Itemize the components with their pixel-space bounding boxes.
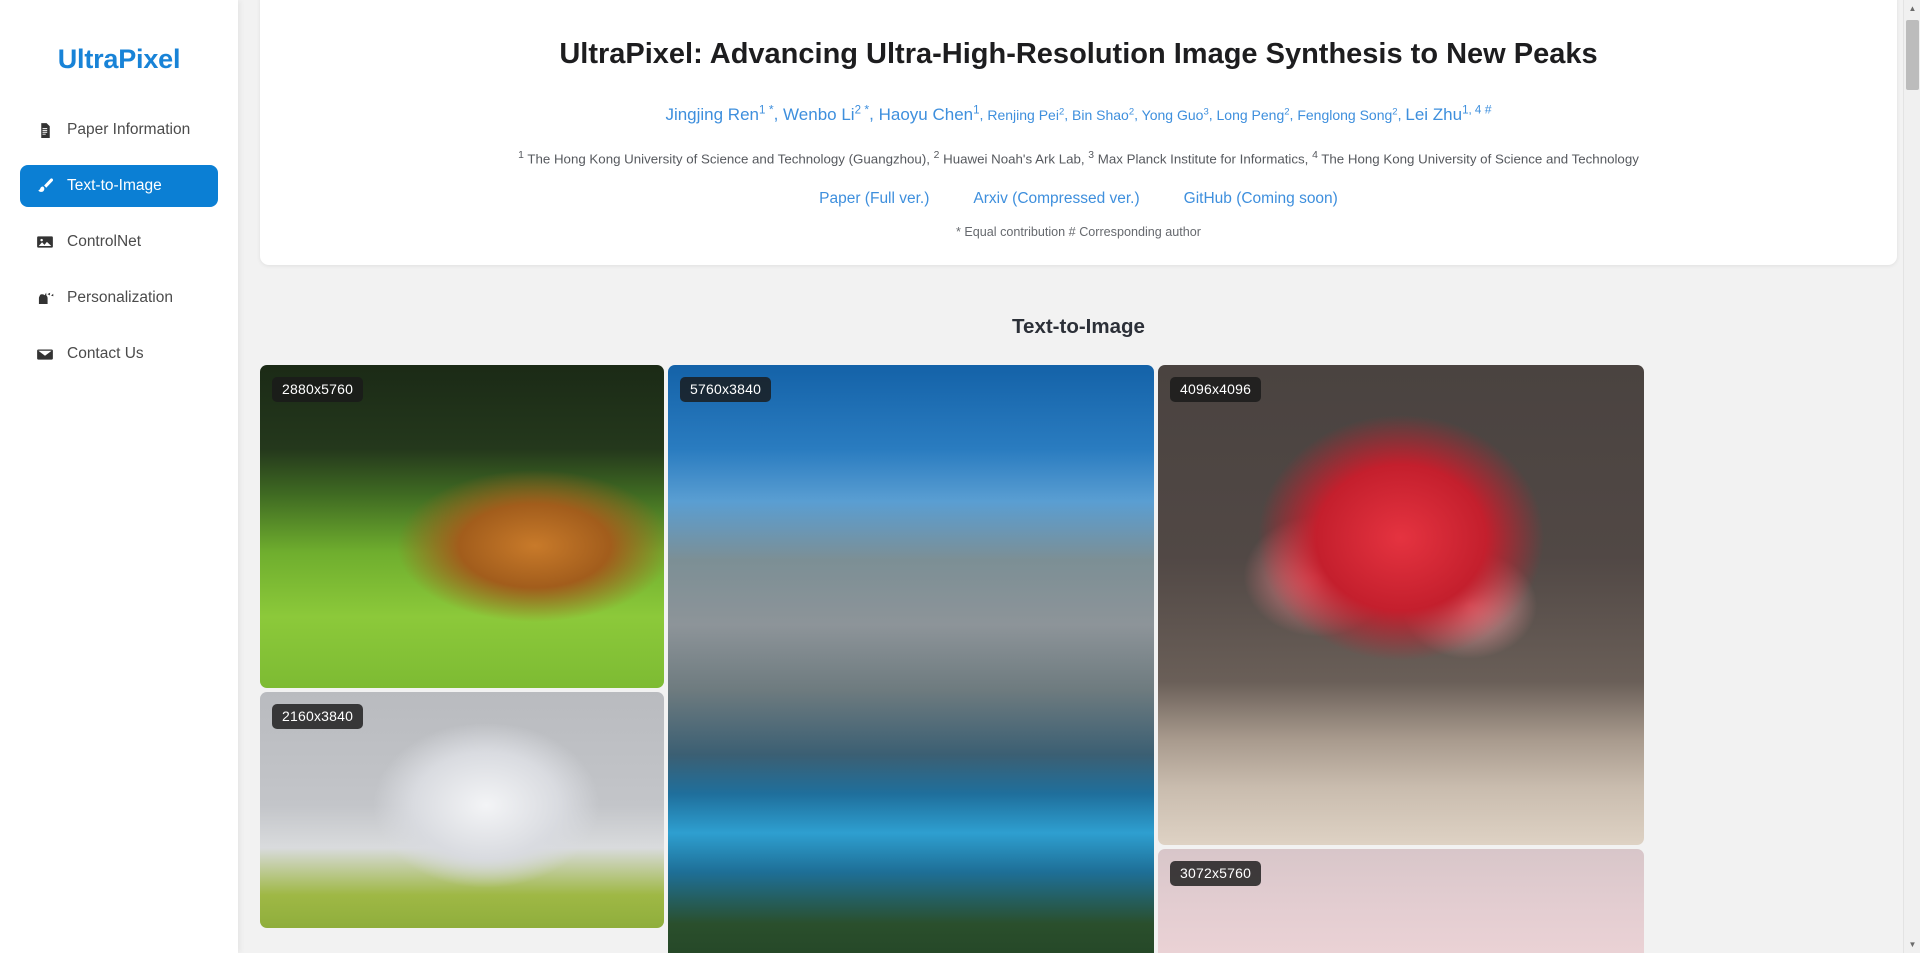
author-separator: , — [1064, 106, 1073, 123]
author-name: Lei Zhu1, 4 # — [1405, 102, 1492, 124]
brand-logo: UltraPixel — [57, 44, 181, 74]
affiliation-list: 1 The Hong Kong University of Science an… — [300, 150, 1857, 166]
envelope-icon — [36, 345, 54, 363]
author-name: Fenglong Song2 — [1297, 106, 1398, 123]
generated-image-tiger-with-soccer-ball — [260, 365, 664, 689]
sidebar-item-label: Paper Information — [67, 121, 191, 138]
scroll-up-arrow-icon[interactable]: ▲ — [1904, 0, 1920, 17]
author-list: Jingjing Ren1 *, Wenbo Li2 *, Haoyu Chen… — [300, 101, 1857, 126]
link-arxiv-compressed[interactable]: Arxiv (Compressed ver.) — [973, 190, 1139, 208]
status-badge: 2160x3840 — [272, 704, 364, 730]
affiliation-name: The Hong Kong University of Science and … — [523, 151, 934, 167]
scroll-down-arrow-icon[interactable]: ▼ — [1904, 936, 1920, 953]
author-separator: , — [1208, 106, 1217, 123]
sidebar-nav: Paper Information Text-to-Image ControlN… — [0, 109, 238, 375]
gallery-item[interactable]: 4096x4096 — [1158, 365, 1644, 846]
gallery-column: 2880x5760 2160x3840 — [260, 365, 664, 929]
sidebar-item-label: Text-to-Image — [67, 177, 162, 194]
author-name: Haoyu Chen1 — [878, 104, 980, 124]
scroll-area: UltraPixel: Advancing Ultra-High-Resolut… — [260, 0, 1897, 953]
affiliation-name: The Hong Kong University of Science and … — [1317, 151, 1639, 167]
image-icon — [36, 233, 54, 251]
gallery-item[interactable]: 2160x3840 — [260, 692, 664, 929]
affiliation-name: Huawei Noah's Ark Lab, — [939, 151, 1089, 167]
gallery-column: 4096x4096 3072x5760 — [1158, 365, 1644, 953]
gallery-item[interactable]: 5760x3840 — [668, 365, 1154, 953]
paintbrush-icon — [36, 177, 54, 195]
sidebar-item-paper-information[interactable]: Paper Information — [20, 109, 218, 151]
sidebar: UltraPixel Paper Information Text-to-Ima… — [0, 0, 238, 953]
link-github[interactable]: GitHub (Coming soon) — [1184, 190, 1338, 208]
status-badge: 5760x3840 — [680, 377, 772, 403]
gallery-item[interactable]: 2880x5760 — [260, 365, 664, 689]
affiliation-name: Max Planck Institute for Informatics, — [1094, 151, 1313, 167]
sidebar-item-text-to-image[interactable]: Text-to-Image — [20, 165, 218, 207]
section-title-text-to-image: Text-to-Image — [1012, 315, 1145, 339]
main-content: UltraPixel: Advancing Ultra-High-Resolut… — [238, 0, 1920, 953]
page-title: UltraPixel: Advancing Ultra-High-Resolut… — [559, 38, 1598, 70]
author-separator: , — [1134, 106, 1142, 123]
contribution-footnote: * Equal contribution # Corresponding aut… — [955, 225, 1202, 240]
author-name: Renjing Pei2 — [987, 106, 1065, 123]
status-badge: 4096x4096 — [1170, 377, 1262, 403]
sidebar-item-label: Contact Us — [67, 345, 144, 362]
status-badge: 3072x5760 — [1170, 861, 1262, 887]
sidebar-item-label: ControlNet — [67, 233, 142, 250]
gallery-column: 5760x3840 — [668, 365, 1154, 953]
author-name: Long Peng2 — [1216, 106, 1290, 123]
author-name: Wenbo Li2 * — [783, 102, 870, 124]
paper-links: Paper (Full ver.) Arxiv (Compressed ver.… — [300, 190, 1857, 208]
document-icon — [36, 121, 54, 139]
author-separator: , — [869, 104, 879, 124]
generated-image-bouquet-of-roses-in-vase — [1158, 365, 1644, 846]
app-root: UltraPixel Paper Information Text-to-Ima… — [0, 0, 1920, 953]
link-paper-full[interactable]: Paper (Full ver.) — [819, 190, 929, 208]
author-name: Bin Shao2 — [1072, 106, 1135, 123]
sidebar-item-personalization[interactable]: Personalization — [20, 277, 218, 319]
paper-header-card: UltraPixel: Advancing Ultra-High-Resolut… — [260, 0, 1897, 266]
cat-icon — [36, 289, 54, 307]
sidebar-item-contact-us[interactable]: Contact Us — [20, 333, 218, 375]
generated-image-mountain-lake-landscape — [668, 365, 1154, 953]
scrollbar-thumb[interactable] — [1906, 20, 1919, 90]
author-name: Yong Guo3 — [1141, 106, 1209, 123]
author-name: Jingjing Ren1 * — [665, 102, 774, 124]
sidebar-item-controlnet[interactable]: ControlNet — [20, 221, 218, 263]
vertical-scrollbar[interactable]: ▲ ▼ — [1903, 0, 1920, 953]
author-separator: , — [773, 104, 784, 124]
sidebar-item-label: Personalization — [67, 289, 173, 306]
status-badge: 2880x5760 — [272, 377, 364, 403]
image-gallery: 2880x5760 2160x3840 5760x3840 4096x4096 … — [260, 365, 1897, 953]
gallery-item[interactable]: 3072x5760 — [1158, 849, 1644, 953]
